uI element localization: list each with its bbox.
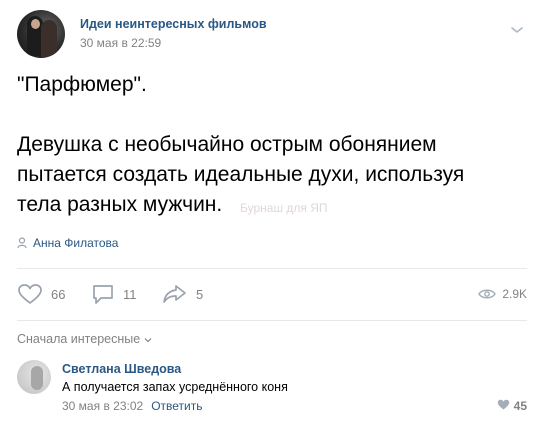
comment-meta: 30 мая в 23:02 Ответить <box>62 399 202 413</box>
comment-like-button[interactable]: 45 <box>497 399 527 413</box>
group-name-link[interactable]: Идеи неинтересных фильмов <box>80 17 267 31</box>
heart-icon <box>17 283 43 305</box>
watermark: Бурнаш для ЯП <box>240 201 328 215</box>
sort-label: Сначала интересные <box>17 332 141 346</box>
comments-section: Сначала интересные Светлана Шведова А по… <box>17 332 527 413</box>
reply-button[interactable]: Ответить <box>151 399 202 413</box>
views-counter: 2.9K <box>478 280 527 308</box>
post-author[interactable]: Анна Филатова <box>17 235 118 251</box>
commenter-avatar[interactable] <box>17 360 51 394</box>
comment-icon <box>91 283 115 305</box>
divider <box>17 320 527 321</box>
comment-text: А получается запах усреднённого коня <box>62 380 288 394</box>
post-header: Идеи неинтересных фильмов 30 мая в 22:59 <box>17 10 530 58</box>
like-count: 66 <box>51 286 66 302</box>
avatar-figure <box>41 20 57 58</box>
comment-button[interactable]: 11 <box>91 280 137 308</box>
post-text: "Парфюмер". Девушка с необычайно острым … <box>17 73 465 216</box>
avatar-face <box>31 19 40 29</box>
comment-count: 11 <box>123 286 137 302</box>
person-icon <box>17 237 27 249</box>
eye-icon <box>478 288 497 300</box>
post-actions: 66 11 5 2.9K <box>17 280 527 308</box>
commenter-name[interactable]: Светлана Шведова <box>62 362 181 376</box>
comment-date[interactable]: 30 мая в 23:02 <box>62 399 143 413</box>
avatar-figure <box>31 366 43 390</box>
post-author-name[interactable]: Анна Филатова <box>33 236 118 250</box>
comment-item: Светлана Шведова А получается запах усре… <box>17 360 527 416</box>
chevron-down-icon <box>144 332 152 346</box>
chevron-down-icon[interactable] <box>510 22 524 33</box>
share-icon <box>162 283 188 305</box>
comment-like-count: 45 <box>513 399 527 413</box>
share-button[interactable]: 5 <box>162 280 203 308</box>
divider <box>17 268 527 269</box>
post-date[interactable]: 30 мая в 22:59 <box>80 36 161 50</box>
comments-sort-dropdown[interactable]: Сначала интересные <box>17 332 527 346</box>
views-count: 2.9K <box>502 287 527 301</box>
share-count: 5 <box>196 286 204 302</box>
group-avatar[interactable] <box>17 10 65 58</box>
heart-icon <box>497 399 510 413</box>
like-button[interactable]: 66 <box>17 280 65 308</box>
